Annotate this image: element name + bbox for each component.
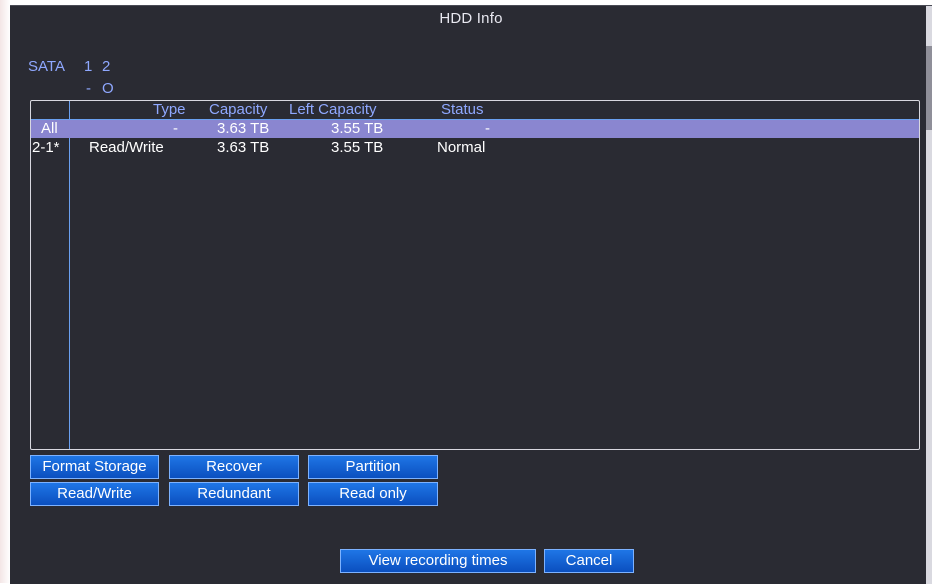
row-type: - [173, 120, 178, 137]
column-header-capacity: Capacity [209, 101, 268, 118]
table-row-2-1[interactable]: 2-1* Read/Write 3.63 TB 3.55 TB Normal [31, 139, 919, 157]
sata-port-2[interactable]: 2 [102, 58, 110, 75]
format-storage-button[interactable]: Format Storage [30, 455, 159, 479]
sata-port-1-state: - [86, 80, 91, 97]
row-status: - [485, 120, 490, 137]
row-status: Normal [437, 139, 486, 156]
left-edge-background [0, 0, 10, 583]
row-capacity: 3.63 TB [217, 120, 270, 137]
partition-button[interactable]: Partition [308, 455, 438, 479]
row-id: 2-1* [32, 139, 60, 156]
scrollbar-thumb[interactable] [926, 46, 932, 130]
row-type: Read/Write [89, 139, 164, 156]
sata-port-2-state: O [102, 80, 114, 97]
cancel-button[interactable]: Cancel [544, 549, 634, 573]
column-header-type: Type [153, 101, 186, 118]
column-header-left-capacity: Left Capacity [289, 101, 377, 118]
read-write-button[interactable]: Read/Write [30, 482, 159, 506]
column-header-status: Status [441, 101, 484, 118]
read-only-button[interactable]: Read only [308, 482, 438, 506]
hdd-info-dialog: HDD Info SATA 1 2 - O Type Capacity Left… [10, 5, 932, 584]
sata-port-1[interactable]: 1 [84, 58, 92, 75]
dialog-title: HDD Info [439, 10, 503, 27]
row-capacity: 3.63 TB [217, 139, 270, 156]
row-id: All [41, 120, 58, 137]
row-left-capacity: 3.55 TB [331, 139, 384, 156]
right-scrollbar[interactable] [926, 6, 932, 584]
row-left-capacity: 3.55 TB [331, 120, 384, 137]
recover-button[interactable]: Recover [169, 455, 299, 479]
table-row-all[interactable]: All - 3.63 TB 3.55 TB - [31, 120, 919, 138]
sata-label: SATA [28, 58, 65, 75]
hdd-table: Type Capacity Left Capacity Status All -… [30, 100, 920, 478]
view-recording-times-button[interactable]: View recording times [340, 549, 536, 573]
redundant-button[interactable]: Redundant [169, 482, 299, 506]
